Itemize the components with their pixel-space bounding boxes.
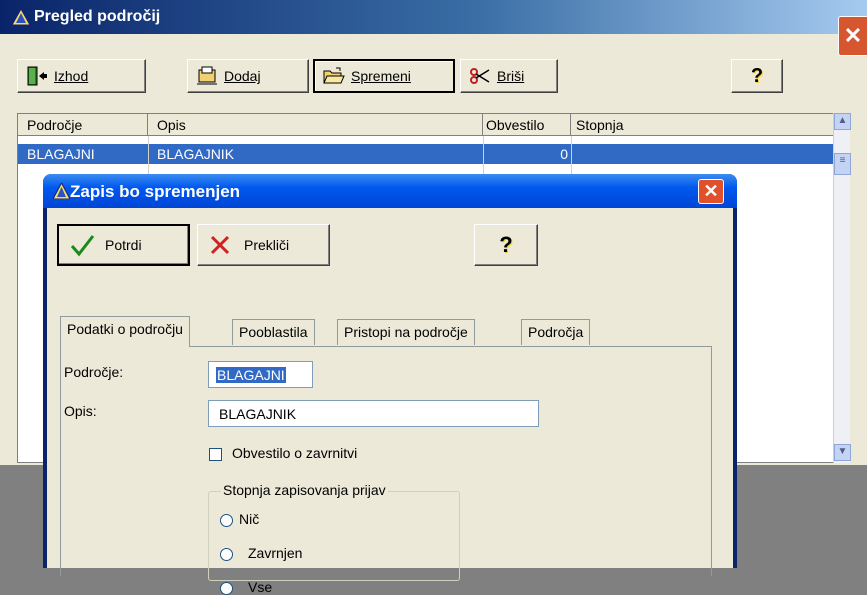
tab-areas[interactable]: Področja (521, 319, 591, 345)
description-field[interactable]: BLAGAJNIK (208, 400, 539, 427)
exit-button-label: Izhod (54, 68, 89, 84)
level-radio-none[interactable] (220, 514, 233, 527)
edit-button-label: Spremeni (351, 68, 411, 84)
dialog-close-button[interactable]: ✕ (698, 179, 724, 204)
level-group-title: Stopnja zapisovanja prijav (221, 482, 388, 498)
level-radio-none-label[interactable]: Nič (239, 511, 259, 527)
edit-record-dialog: Zapis bo spremenjen ✕ Potrdi Prekliči ? … (43, 174, 737, 595)
cancel-button-label: Prekliči (244, 237, 290, 253)
checkmark-icon (70, 235, 95, 257)
table-header: Področje Opis Obvestilo Stopnja (18, 114, 834, 136)
tab-area-data[interactable]: Podatki o področju (60, 316, 190, 347)
open-folder-icon (323, 67, 345, 84)
column-header-description[interactable]: Opis (148, 114, 483, 136)
scroll-down-button[interactable]: ▼ (834, 444, 851, 461)
add-record-icon (197, 66, 217, 85)
level-radio-all[interactable] (220, 582, 233, 595)
scroll-up-button[interactable]: ▲ (834, 113, 851, 130)
confirm-button[interactable]: Potrdi (57, 224, 190, 266)
dialog-body: Potrdi Prekliči ? Podatki o področju Poo… (47, 208, 733, 595)
cell-area: BLAGAJNI (27, 146, 95, 162)
dialog-help-button[interactable]: ? (474, 224, 538, 266)
tab-authorizations[interactable]: Pooblastila (232, 319, 315, 345)
cancel-button[interactable]: Prekliči (197, 224, 330, 266)
column-header-area[interactable]: Področje (18, 114, 148, 136)
question-key-icon: ? (499, 232, 513, 257)
cell-description: BLAGAJNIK (157, 146, 235, 162)
tab-area-access[interactable]: Pristopi na področje (337, 319, 475, 345)
confirm-button-label: Potrdi (105, 237, 142, 253)
app-triangle-icon (53, 183, 70, 199)
question-key-icon: ? (750, 64, 764, 87)
dialog-title: Zapis bo spremenjen (70, 182, 241, 201)
help-button[interactable]: ? (731, 59, 783, 93)
edit-button[interactable]: Spremeni (313, 59, 455, 93)
exit-button[interactable]: Izhod (17, 59, 146, 93)
description-label: Opis: (64, 403, 97, 419)
app-triangle-icon (12, 9, 30, 25)
dialog-titlebar[interactable]: Zapis bo spremenjen ✕ (43, 174, 737, 208)
delete-button[interactable]: Briši (460, 59, 558, 93)
level-radio-all-label[interactable]: Vse (248, 579, 272, 595)
door-exit-icon (27, 66, 47, 86)
column-header-notice[interactable]: Obvestilo (483, 114, 571, 136)
scissors-icon (470, 68, 490, 84)
area-label: Področje: (64, 364, 124, 380)
area-field-value: BLAGAJNI (216, 367, 286, 383)
notify-checkbox-label[interactable]: Obvestilo o zavrnitvi (232, 445, 357, 461)
add-button-label: Dodaj (224, 68, 261, 84)
main-titlebar[interactable]: Pregled področij (0, 0, 867, 34)
delete-button-label: Briši (497, 68, 525, 84)
add-button[interactable]: Dodaj (187, 59, 309, 93)
column-header-level[interactable]: Stopnja (571, 114, 834, 136)
red-x-icon (210, 235, 230, 255)
cell-notice: 0 (560, 146, 568, 162)
table-vertical-scrollbar[interactable]: ▲ ≡ ▼ (833, 113, 851, 463)
area-field[interactable]: BLAGAJNI (208, 361, 313, 388)
level-radio-rejected-label[interactable]: Zavrnjen (248, 545, 302, 561)
level-radio-rejected[interactable] (220, 548, 233, 561)
main-window-title: Pregled področij (34, 8, 161, 25)
notify-checkbox[interactable] (209, 448, 222, 461)
main-close-button[interactable]: ✕ (838, 16, 867, 56)
table-row[interactable]: BLAGAJNI BLAGAJNIK 0 (18, 144, 834, 164)
scroll-thumb[interactable]: ≡ (834, 153, 851, 175)
description-field-value: BLAGAJNIK (219, 406, 297, 422)
